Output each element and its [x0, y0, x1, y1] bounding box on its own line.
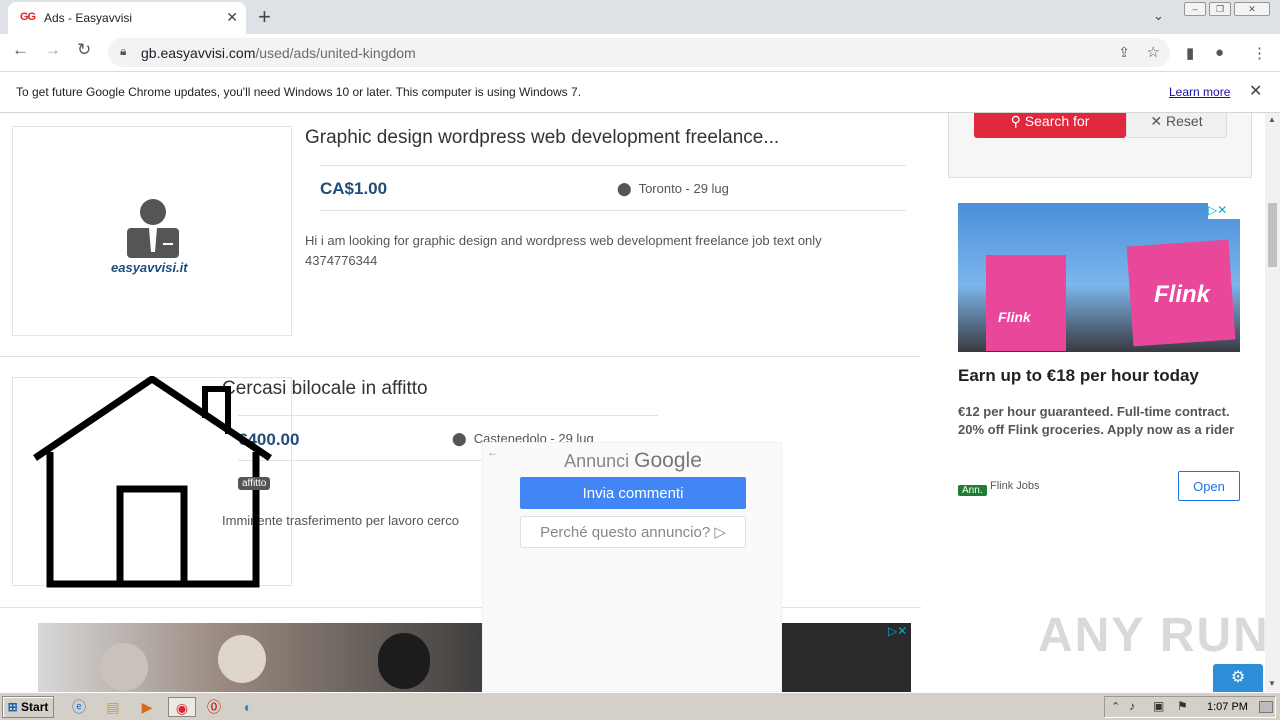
back-icon[interactable]: ←	[12, 40, 29, 60]
send-feedback-button[interactable]: Invia commenti	[520, 477, 746, 509]
tab-title: Ads - Easyavvisi	[44, 11, 133, 25]
why-this-ad-button[interactable]: Perché questo annuncio? ▷	[520, 516, 746, 548]
menu-kebab-icon[interactable]: ⋮	[1252, 44, 1267, 62]
google-ad-feedback-panel: ← Annunci Google Invia commenti Perché q…	[482, 442, 782, 692]
person-photo	[218, 635, 266, 683]
clock[interactable]: 1:07 PM	[1207, 701, 1248, 713]
opera-icon[interactable]: ⓪	[203, 697, 225, 717]
minimize-button[interactable]: –	[1184, 2, 1206, 16]
map-pin-icon: ⬤	[617, 181, 632, 196]
reset-button-label: Reset	[1166, 113, 1203, 129]
category-tag: affitto	[238, 477, 271, 490]
person-photo	[378, 633, 430, 689]
learn-more-link[interactable]: Learn more	[1169, 85, 1230, 99]
address-bar[interactable]: 🔒︎ gb.easyavvisi.com/used/ads/united-kin…	[108, 38, 1170, 67]
edge-icon[interactable]: ◐	[237, 697, 259, 717]
system-tray: ⌃ ♪ ▣ ⚑	[1104, 696, 1276, 718]
map-pin-icon: ⬤	[452, 431, 467, 446]
url-host: gb.easyavvisi.com	[141, 45, 256, 61]
start-label: Start	[21, 700, 49, 714]
lock-icon: 🔒︎	[120, 44, 127, 58]
google-ads-label: Annunci Google	[483, 449, 783, 473]
network-icon[interactable]: ▣	[1153, 699, 1164, 713]
listing-price: CA$1.00	[320, 179, 388, 198]
divider	[320, 165, 906, 166]
scrollbar-thumb[interactable]	[1268, 203, 1277, 267]
easyavvisi-logo: easyavvisi.it	[111, 260, 188, 275]
play-icon: ▷	[714, 524, 726, 541]
google-ads-label-prefix: Annunci	[564, 451, 630, 471]
page-content: easyavvisi.it Graphic design wordpress w…	[0, 113, 1265, 692]
windows-taskbar: ⊞ Start ⓔ ▤ ▶ ◉ ⓪ ◐ ⌃ ♪ ▣ ⚑ 1:07 PM	[0, 692, 1280, 720]
share-icon[interactable]: ⇪	[1118, 44, 1130, 61]
listing-separator	[0, 607, 921, 608]
delivery-backpack	[986, 255, 1066, 351]
tab-close-icon[interactable]: ✕	[226, 9, 238, 26]
scroll-up-icon[interactable]: ▲	[1268, 115, 1276, 124]
close-window-button[interactable]: ✕	[1234, 2, 1270, 16]
side-panel-icon[interactable]: ▮	[1186, 44, 1194, 62]
divider	[238, 415, 658, 416]
listing-description: Hi i am looking for graphic design and w…	[305, 233, 822, 268]
ad-headline[interactable]: Earn up to €18 per hour today	[958, 366, 1240, 386]
profile-avatar-icon[interactable]: ●	[1215, 44, 1224, 61]
volume-icon[interactable]: ♪	[1129, 699, 1135, 713]
tray-expand-icon[interactable]: ⌃	[1111, 700, 1120, 713]
search-button-label: Search for	[1024, 113, 1090, 129]
site-favicon-icon: GG	[20, 11, 36, 23]
page-scrollbar[interactable]: ▲ ▼	[1265, 113, 1280, 692]
show-desktop-button[interactable]	[1259, 701, 1273, 713]
flink-logo: Flink	[1154, 281, 1211, 308]
ad-badge: Ann.	[958, 480, 987, 498]
infobar-close-icon[interactable]: ✕	[1249, 81, 1262, 101]
url-text: gb.easyavvisi.com/used/ads/united-kingdo…	[141, 45, 416, 61]
adchoices-icon[interactable]: ▷✕	[888, 624, 920, 640]
folder-icon[interactable]: ▤	[102, 697, 124, 717]
url-path: /used/ads/united-kingdom	[255, 45, 416, 61]
flink-logo: Flink	[998, 309, 1031, 325]
new-tab-button[interactable]: +	[258, 4, 271, 30]
tab-search-chevron-icon[interactable]: ⌄	[1153, 8, 1164, 24]
search-icon: ⚲	[1010, 113, 1021, 129]
media-player-icon[interactable]: ▶	[136, 697, 158, 717]
reset-button[interactable]: ✕ Reset	[1126, 113, 1227, 138]
person-photo	[100, 643, 148, 691]
ie-icon[interactable]: ⓔ	[68, 697, 90, 717]
ad-label: Ann.	[958, 485, 987, 496]
reload-icon[interactable]: ↻	[77, 40, 91, 60]
search-panel: ⚲ Search for ✕ Reset	[948, 113, 1252, 178]
anyrun-watermark: ANY RUN	[1038, 609, 1270, 662]
adchoices-icon[interactable]: ▷✕	[1208, 203, 1240, 219]
listing-separator	[0, 356, 921, 357]
browser-toolbar: ← → ↻ 🔒︎ gb.easyavvisi.com/used/ads/unit…	[0, 34, 1280, 72]
ad-body: €12 per hour guaranteed. Full-time contr…	[958, 404, 1235, 437]
user-placeholder-icon	[127, 199, 179, 258]
sidebar-ad-image: Flink Flink	[958, 203, 1240, 352]
forward-icon[interactable]: →	[44, 40, 61, 60]
chrome-icon[interactable]: ◉	[168, 697, 196, 717]
browser-tab[interactable]: GG Ads - Easyavvisi ✕	[8, 2, 246, 34]
scroll-down-icon[interactable]: ▼	[1268, 679, 1276, 688]
bookmark-star-icon[interactable]: ☆	[1147, 43, 1160, 61]
update-infobar: To get future Google Chrome updates, you…	[0, 72, 1280, 113]
divider	[320, 210, 906, 211]
close-icon: ✕	[1150, 113, 1163, 129]
why-this-ad-label: Perché questo annuncio?	[540, 524, 711, 541]
start-button[interactable]: ⊞ Start	[2, 696, 54, 718]
restore-button[interactable]: ❐	[1209, 2, 1231, 16]
advertiser-name[interactable]: Flink Jobs	[990, 480, 1040, 492]
listing-location-text: Toronto - 29 lug	[638, 181, 729, 196]
listing-image[interactable]: easyavvisi.it	[12, 126, 292, 336]
google-brand: Google	[634, 449, 702, 472]
listing-title[interactable]: Graphic design wordpress web development…	[305, 127, 779, 149]
search-button[interactable]: ⚲ Search for	[974, 113, 1126, 138]
windows-logo-icon: ⊞	[7, 700, 18, 714]
infobar-message: To get future Google Chrome updates, you…	[16, 85, 582, 99]
tab-strip: GG Ads - Easyavvisi ✕ + ⌄ – ❐ ✕	[0, 0, 1280, 34]
open-ad-button[interactable]: Open	[1178, 471, 1240, 501]
settings-gear-icon[interactable]: ⚙	[1213, 664, 1263, 692]
flag-icon[interactable]: ⚑	[1177, 699, 1188, 713]
listing-location: ⬤ Toronto - 29 lug	[617, 181, 729, 197]
